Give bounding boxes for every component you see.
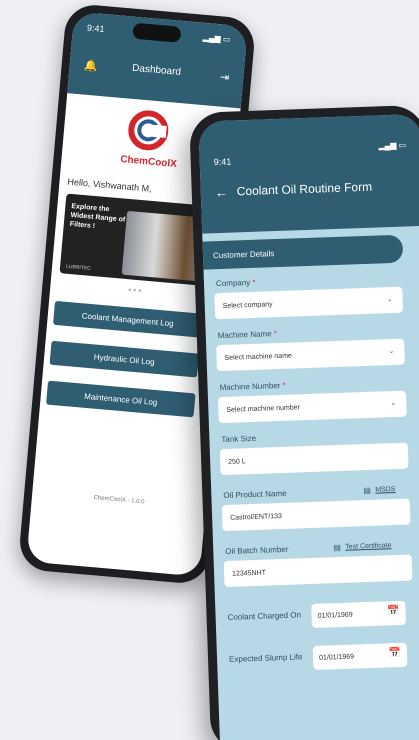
machine-name-select[interactable]: Select machine name ⌄ [216,338,405,372]
machine-number-select[interactable]: Select machine number ⌄ [217,390,407,424]
select-value: Select machine name [224,352,292,362]
status-time: 9:41 [213,156,232,168]
company-label: Company * [216,278,256,288]
dynamic-island [132,22,182,43]
oil-product-name-label: Oil Product Name [223,488,287,501]
msds-link[interactable]: MSDS [375,486,395,494]
document-icon: ▤ [363,485,372,496]
select-value: Select company [222,300,273,310]
expected-slump-life-date-field[interactable]: 01/01/1969 📅 [312,642,408,670]
button-label: Coolant Management Log [81,310,175,328]
machine-name-label: Machine Name * [218,329,277,340]
button-label: Hydraulic Oil Log [93,352,156,367]
company-select[interactable]: Select company ⌄ [214,286,404,320]
coolant-management-log-button[interactable]: Coolant Management Log ⚠ [52,300,218,338]
chemcoolx-logo-icon [128,110,169,151]
page-title: Coolant Oil Routine Form [236,179,373,199]
required-marker: * [282,380,286,390]
logout-icon[interactable]: ⇥ [219,70,229,84]
test-certificate-link[interactable]: Test Certificate [345,542,392,551]
calendar-icon: 📅 [386,605,400,618]
expected-slump-life-label: Expected Slump Life [228,652,303,664]
form-phone: 9:41 ▂▄▆ ▭ ← Coolant Oil Routine Form Cu… [189,104,419,740]
chevron-down-icon: ⌄ [390,399,397,408]
tank-size-label: Tank Size [221,433,257,445]
back-arrow-icon[interactable]: ← [215,185,229,200]
maintenance-oil-log-button[interactable]: Maintenance Oil Log [46,380,196,418]
signal-battery-icon: ▂▄▆ ▭ [202,32,231,45]
banner-brand: LUBRITEC [65,263,92,272]
chevron-down-icon: ⌄ [386,296,393,304]
hydraulic-oil-log-button[interactable]: Hydraulic Oil Log [49,340,200,378]
form-screen: 9:41 ▂▄▆ ▭ ← Coolant Oil Routine Form Cu… [198,113,419,740]
machine-number-label: Machine Number * [219,381,286,392]
required-marker: * [252,277,256,287]
label-text: Machine Name [217,329,272,341]
oil-batch-number-label: Oil Batch Number [225,544,289,556]
date-value: 01/01/1969 [318,653,355,662]
app-version-footer: ChemCoolX - 1.0.0 [93,494,145,506]
stage: 9:41 ▂▄▆ ▭ 🔔 Dashboard ⇥ ChemCoolX Hello… [0,0,419,740]
banner-text: Explore the Widest Range of Filters ! [69,202,126,231]
section-header-customer-details: Customer Details [202,234,404,270]
date-value: 01/01/1969 [317,611,353,620]
oil-product-name-input[interactable]: Castrol/ENT/133 [221,498,411,532]
status-time: 9:41 [86,22,105,35]
label-text: Company [215,277,251,289]
tank-size-input[interactable]: 250 L [219,442,409,476]
greeting-text: Hello, Vishwanath M, [67,176,153,194]
signal-battery-icon: ▂▄▆ ▭ [378,140,407,151]
oil-batch-number-input[interactable]: 12345NHT [223,554,413,588]
calendar-icon: 📅 [388,647,402,660]
coolant-charged-on-label: Coolant Charged On [227,610,302,622]
form-header: 9:41 ▂▄▆ ▭ ← Coolant Oil Routine Form [198,113,419,234]
document-icon: ▤ [333,542,341,553]
chevron-down-icon: ⌄ [388,347,395,356]
required-marker: * [273,329,278,339]
page-title: Dashboard [131,62,182,78]
coolant-charged-on-date-field[interactable]: 01/01/1969 📅 [311,600,406,629]
label-text: Machine Number [219,380,281,393]
carousel-dots: • • • [127,285,142,296]
dashboard-header: 9:41 ▂▄▆ ▭ 🔔 Dashboard ⇥ [67,11,248,109]
button-label: Maintenance Oil Log [83,391,158,407]
select-value: Select machine number [226,403,301,414]
